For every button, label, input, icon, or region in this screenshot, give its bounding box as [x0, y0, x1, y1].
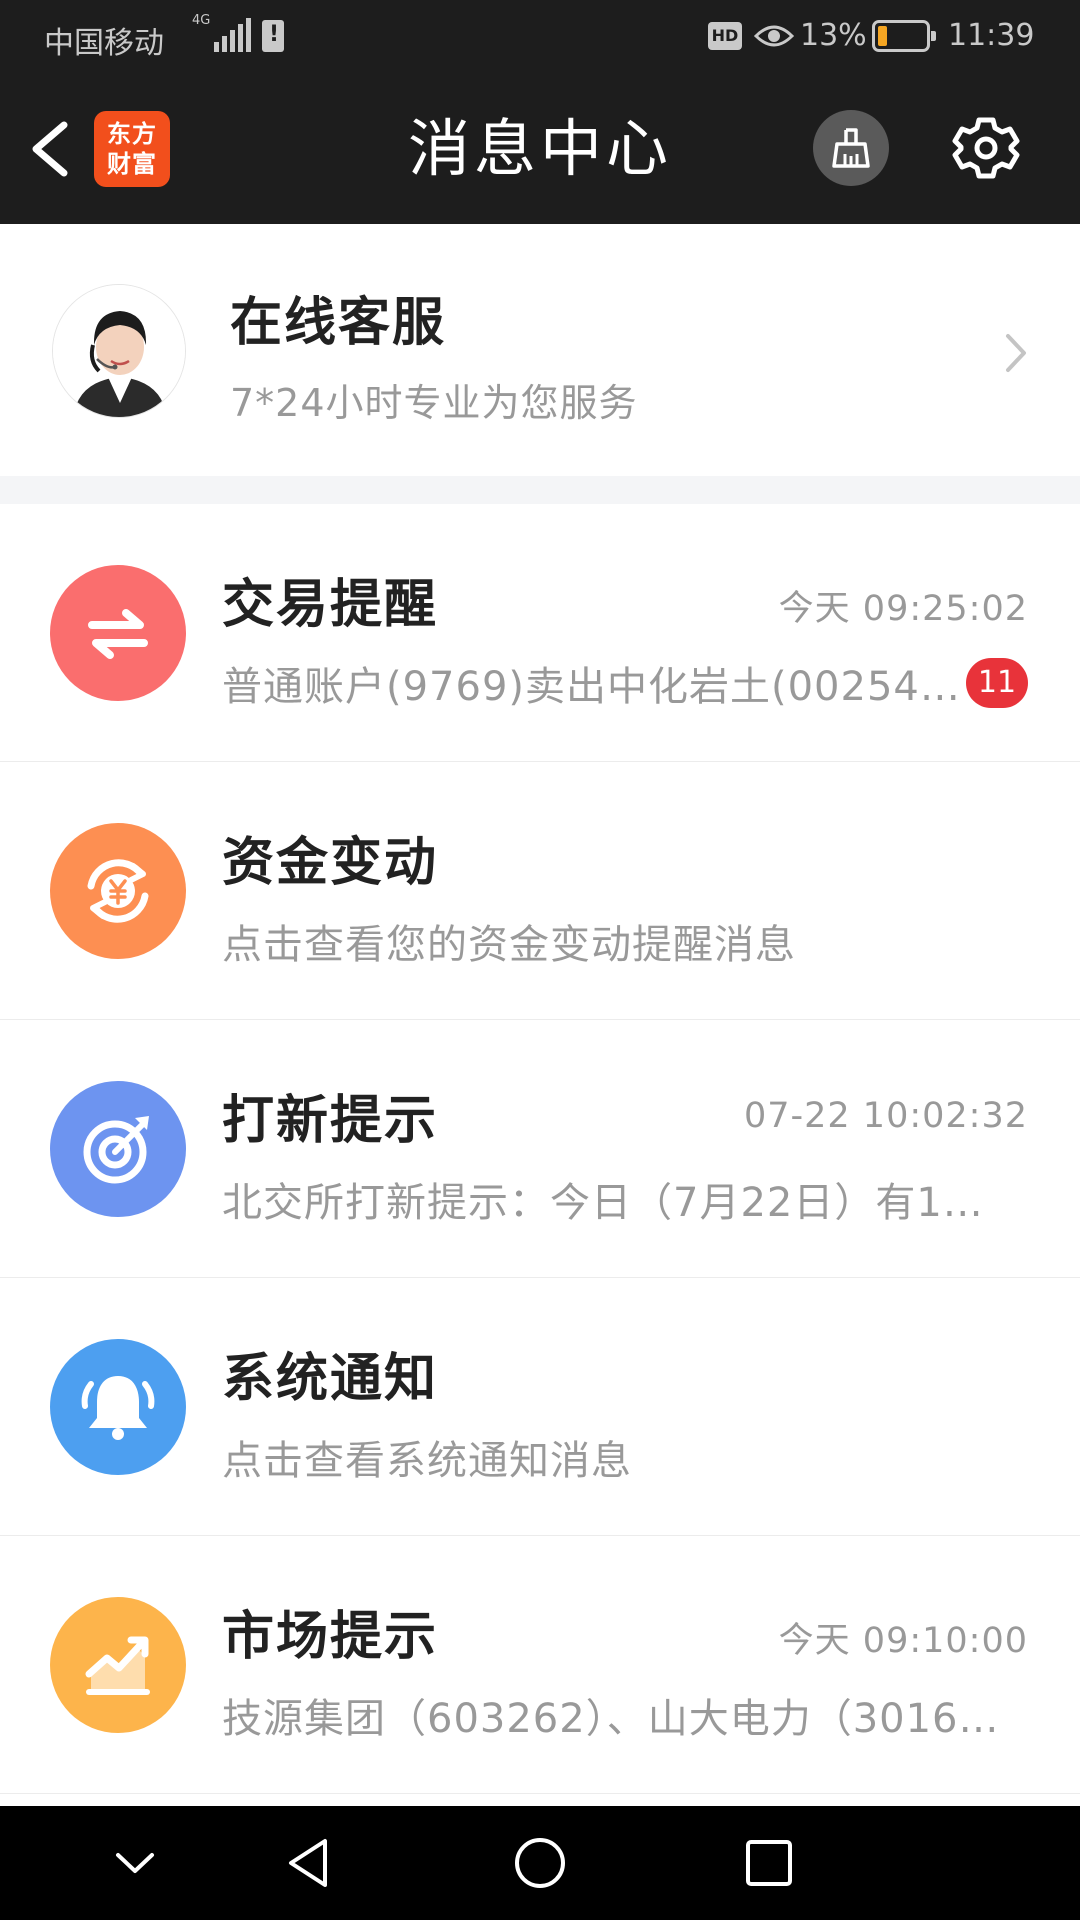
message-title: 交易提醒 — [222, 575, 439, 635]
bell-icon — [50, 1339, 186, 1475]
unread-badge: 11 — [966, 658, 1028, 708]
customer-service-title: 在线客服 — [230, 293, 447, 353]
app-logo: 东方 财富 — [94, 111, 170, 187]
eye-icon — [753, 22, 795, 58]
message-title: 系统通知 — [222, 1349, 439, 1409]
gear-icon — [952, 117, 1020, 179]
broom-icon — [832, 128, 870, 168]
message-item-ipo-tip[interactable]: 打新提示 07-22 10:02:32 北交所打新提示：今日（7月22日）有1… — [0, 1020, 1080, 1278]
exchange-arrows-icon — [50, 565, 186, 701]
settings-button[interactable] — [948, 110, 1024, 186]
message-title: 资金变动 — [222, 833, 439, 893]
message-title: 市场提示 — [222, 1607, 439, 1667]
nav-home-button[interactable] — [505, 1828, 575, 1898]
avatar — [52, 284, 186, 418]
square-recents-icon — [746, 1840, 792, 1886]
customer-service-row[interactable]: 在线客服 7*24小时专业为您服务 — [0, 224, 1080, 476]
message-preview: 点击查看系统通知消息 — [222, 1438, 632, 1484]
back-button[interactable] — [20, 109, 90, 189]
nav-back-button[interactable] — [274, 1828, 344, 1898]
message-item-market-tip[interactable]: 市场提示 今天 09:10:00 技源集团（603262）、山大电力（3016… — [0, 1536, 1080, 1794]
battery-icon — [872, 20, 936, 52]
target-icon — [50, 1081, 186, 1217]
message-time: 今天 09:25:02 — [778, 589, 1028, 629]
message-title: 打新提示 — [222, 1091, 439, 1151]
app-header: 东方 财富 消息中心 — [0, 74, 1080, 224]
message-item-fund-change[interactable]: 资金变动 点击查看您的资金变动提醒消息 — [0, 762, 1080, 1020]
sim-alert-icon — [262, 20, 284, 52]
section-divider — [0, 476, 1080, 504]
chevron-left-icon — [32, 121, 68, 177]
status-bar: 中国移动 4G HD 13% 11:39 — [0, 0, 1080, 74]
yuan-cycle-icon — [50, 823, 186, 959]
customer-service-avatar-icon — [53, 285, 185, 417]
carrier-name: 中国移动 — [44, 26, 164, 61]
battery-percent: 13% — [800, 18, 867, 53]
page-title: 消息中心 — [407, 112, 672, 185]
network-type: 4G — [192, 13, 211, 28]
message-preview: 点击查看您的资金变动提醒消息 — [222, 922, 796, 968]
clock: 11:39 — [948, 18, 1035, 53]
trend-chart-icon — [50, 1597, 186, 1733]
message-item-trade-alert[interactable]: 交易提醒 今天 09:25:02 普通账户(9769)卖出中化岩土(00254…… — [0, 504, 1080, 762]
hd-icon: HD — [708, 22, 742, 50]
circle-home-icon — [515, 1838, 565, 1888]
message-list: 交易提醒 今天 09:25:02 普通账户(9769)卖出中化岩土(00254…… — [0, 504, 1080, 1794]
customer-service-subtitle: 7*24小时专业为您服务 — [230, 381, 638, 425]
message-preview: 北交所打新提示：今日（7月22日）有1… — [222, 1180, 984, 1226]
message-preview: 技源集团（603262）、山大电力（3016… — [222, 1696, 1000, 1742]
system-nav-bar — [0, 1806, 1080, 1920]
message-time: 07-22 10:02:32 — [743, 1096, 1028, 1136]
signal-icon — [214, 16, 254, 52]
message-time: 今天 09:10:00 — [778, 1621, 1028, 1661]
triangle-back-icon — [289, 1839, 327, 1887]
message-item-system-notice[interactable]: 系统通知 点击查看系统通知消息 — [0, 1278, 1080, 1536]
chevron-right-icon — [1006, 334, 1026, 372]
clear-messages-button[interactable] — [813, 110, 889, 186]
message-preview: 普通账户(9769)卖出中化岩土(00254… — [222, 664, 961, 710]
nav-recents-button[interactable] — [734, 1828, 804, 1898]
hide-nav-button[interactable] — [100, 1828, 170, 1898]
chevron-down-icon — [116, 1853, 154, 1873]
